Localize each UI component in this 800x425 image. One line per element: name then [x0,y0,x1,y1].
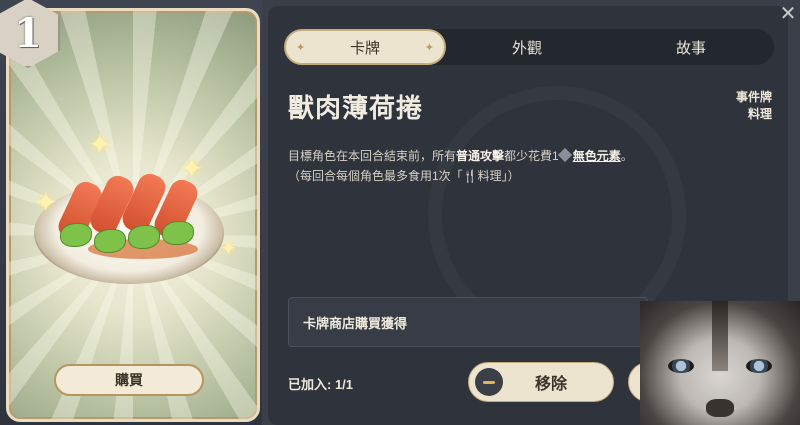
description-line-1: 目標角色在本回合結束前，所有普通攻擊都少花費1 無色元素。 [288,146,758,166]
sparkle-icon: ✦ [88,129,112,160]
description-line-2: （每回合每個角色最多食用1次「🍴料理」） [288,169,520,183]
sparkle-icon: ✦ [220,238,237,260]
dog-eye [668,359,694,373]
added-count: 已加入: 1/1 [288,377,354,392]
desc-text: 。 [620,149,633,163]
card-title: 獸肉薄荷捲 [288,93,424,123]
mint-leaf [128,225,160,249]
dog-nose [706,399,734,417]
buy-button[interactable]: 購買 [54,364,204,396]
card-area: 1 ✦ ✦ ✦ ✦ 購買 [0,0,262,425]
food-dish-illustration [54,169,208,259]
sparkle-icon: ✦ [34,187,58,218]
mint-leaf [162,221,194,245]
star-icon: ✦ [424,41,434,54]
mint-leaf [60,223,92,247]
tab-appearance[interactable]: 外觀 [446,29,608,65]
card-type: 事件牌 [735,90,772,104]
tab-story[interactable]: 故事 [608,29,774,65]
tab-label: 故事 [675,39,706,57]
close-icon[interactable]: ✕ [777,2,799,25]
star-icon: ✦ [296,41,306,54]
keyword-unaligned-element[interactable]: 無色元素 [573,149,621,163]
mint-leaf [94,229,126,253]
minus-icon [475,368,503,396]
husky-photo-overlay [640,301,800,425]
card-description: 目標角色在本回合結束前，所有普通攻擊都少花費1 無色元素。 （每回合每個角色最多食… [288,146,758,186]
desc-text: 目標角色在本回合結束前，所有 [288,149,457,163]
tab-card[interactable]: ✦ 卡牌 ✦ [284,29,446,65]
remove-button-label: 移除 [534,376,567,393]
source-info: 卡牌商店購買獲得 [288,297,648,347]
cost-value: 1 [14,9,42,57]
card-subtype: 料理 [747,107,772,121]
tab-bar: ✦ 卡牌 ✦ 外觀 故事 [284,29,774,65]
tab-label: 外觀 [511,39,542,57]
keyword-normal-attack[interactable]: 普通攻擊 [456,149,504,163]
source-text: 卡牌商店購買獲得 [303,315,408,331]
dog-eye [746,359,772,373]
omni-dice-icon [557,147,572,163]
sparkle-icon: ✦ [180,153,204,184]
fur-stripe [712,301,728,371]
tab-label: 卡牌 [349,39,380,57]
desc-text: 都少花費1 [504,149,559,163]
buy-button-label: 購買 [115,372,143,388]
remove-button[interactable]: 移除 [468,362,614,402]
